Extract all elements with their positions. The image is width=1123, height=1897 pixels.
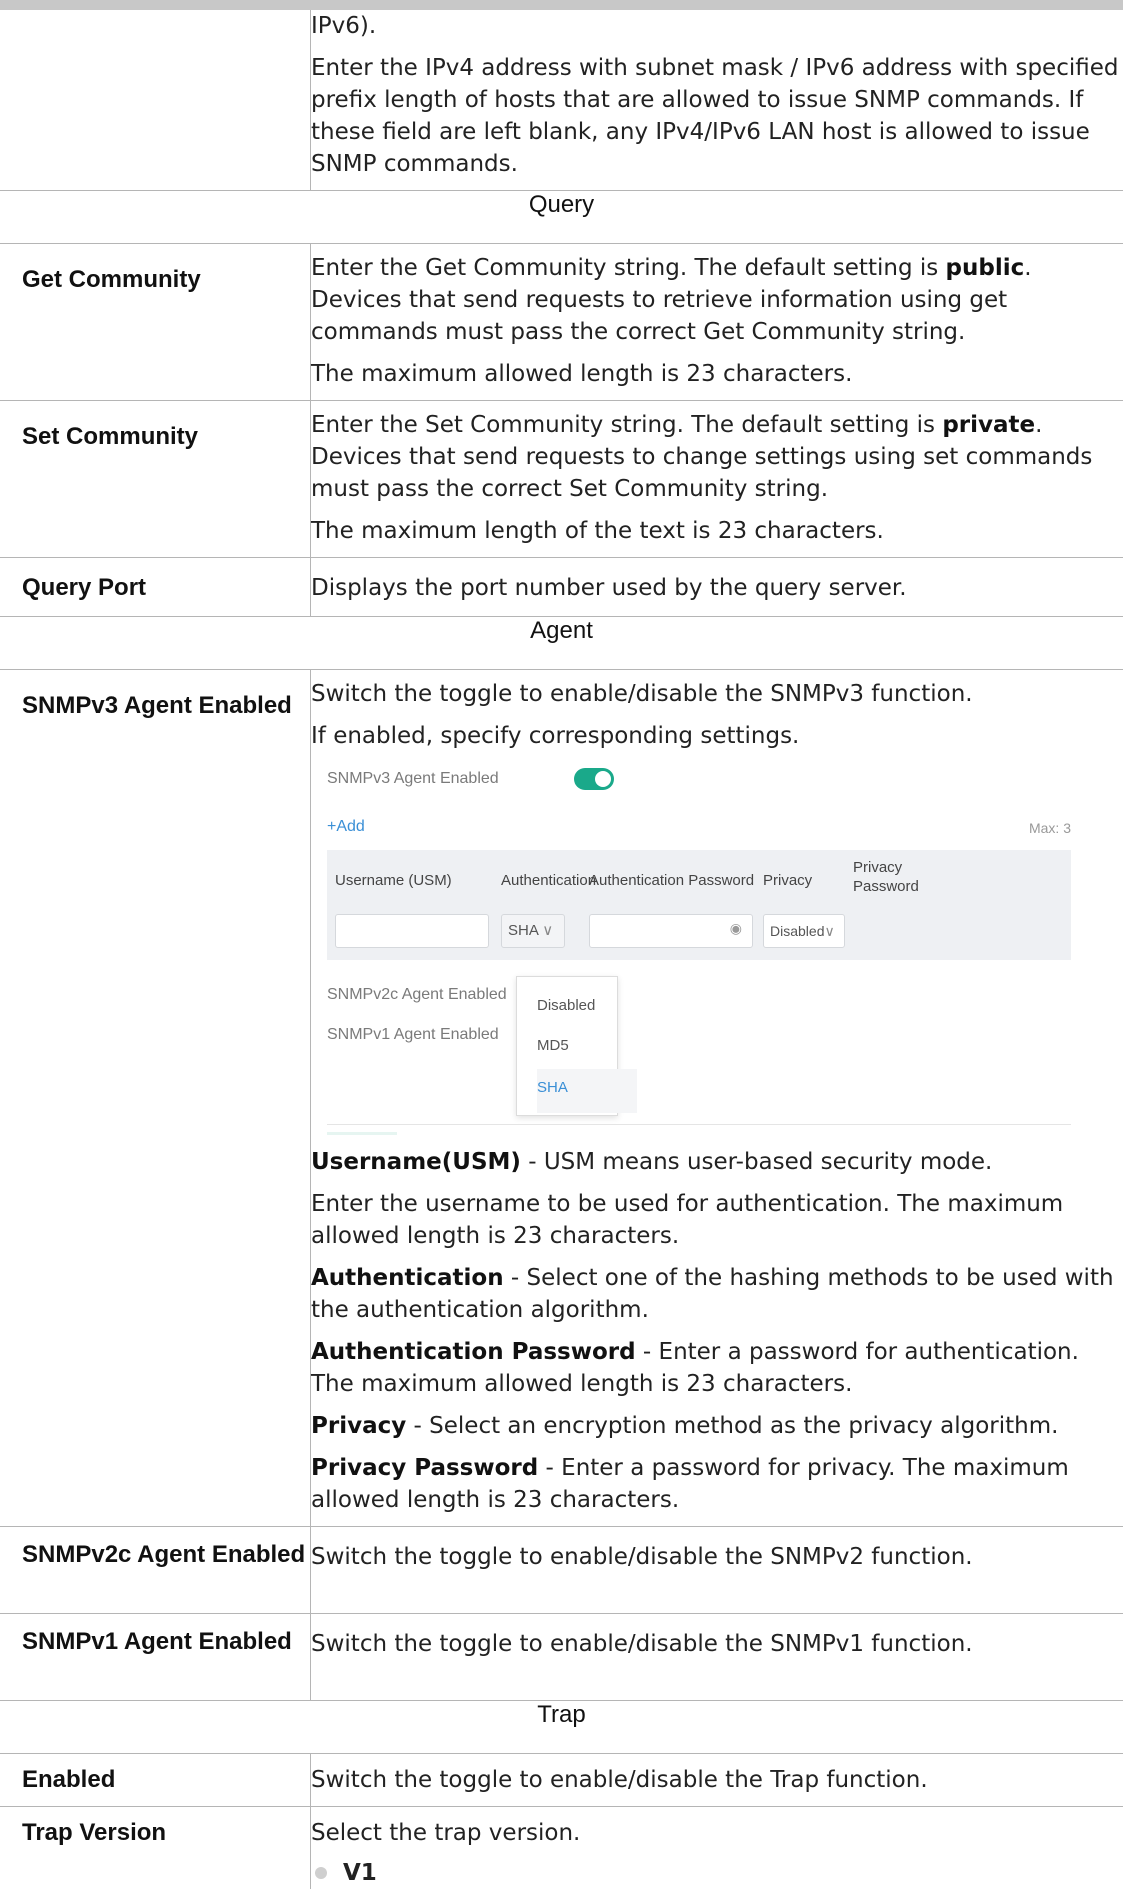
desc-cell: Select the trap version. V1 xyxy=(311,1807,1123,1890)
row-label-text: SNMPv3 Agent Enabled xyxy=(22,692,292,719)
section-row-trap: Trap xyxy=(0,1700,1123,1754)
desc-cell: Enter the Set Community string. The defa… xyxy=(310,400,1123,558)
section-title-agent: Agent xyxy=(0,616,1123,670)
snmp-spec-table: IPv6). Enter the IPv4 address with subne… xyxy=(0,10,1123,1889)
row-label: SNMPv2c Agent Enabled xyxy=(0,1526,311,1614)
table-top-border xyxy=(0,0,1123,10)
v3-agent-toggle[interactable] xyxy=(574,768,614,790)
usm-table-header: Username (USM) Authentication Authentica… xyxy=(327,850,1071,960)
desc-cell: IPv6). Enter the IPv4 address with subne… xyxy=(310,10,1123,191)
row-label-text: Set Community xyxy=(22,423,199,450)
auth-password-input[interactable]: ◉ xyxy=(589,914,753,948)
row-label-text: SNMPv1 Agent Enabled xyxy=(22,1628,292,1655)
authentication-select[interactable]: SHA ∨ xyxy=(501,914,565,948)
table-row: Query Port Displays the port number used… xyxy=(0,557,1123,617)
desc-text: The maximum allowed length is 23 charact… xyxy=(311,361,853,387)
desc-text: Authentication - Select one of the hashi… xyxy=(311,1265,1114,1323)
table-row: IPv6). Enter the IPv4 address with subne… xyxy=(0,10,1123,191)
desc-text: Privacy Password - Enter a password for … xyxy=(311,1455,1069,1513)
desc-text: Username(USM) - USM means user-based sec… xyxy=(311,1149,993,1175)
desc-cell: Enter the Get Community string. The defa… xyxy=(310,243,1123,401)
row-label-text: Trap Version xyxy=(22,1819,167,1846)
desc-cell: Displays the port number used by the que… xyxy=(310,557,1123,617)
max-count-label: Max: 3 xyxy=(1028,820,1071,836)
divider xyxy=(327,1124,1071,1125)
section-row-query: Query xyxy=(0,190,1123,244)
desc-cell: Switch the toggle to enable/disable the … xyxy=(310,669,1123,1527)
desc-text: Switch the toggle to enable/disable the … xyxy=(311,681,973,707)
row-label-text: Get Community xyxy=(22,266,201,293)
privacy-select[interactable]: Disabled∨ xyxy=(763,914,845,948)
authentication-value: SHA xyxy=(508,922,539,939)
row-label: SNMPv3 Agent Enabled xyxy=(0,669,311,1527)
desc-text: Privacy - Select an encryption method as… xyxy=(311,1413,1059,1439)
col-privacy-password: Privacy Password xyxy=(853,859,919,895)
privacy-value: Disabled xyxy=(770,923,825,939)
desc-text: Select the trap version. xyxy=(311,1820,581,1846)
chevron-down-icon: ∨ xyxy=(542,922,554,939)
option-md5[interactable]: MD5 xyxy=(537,1037,569,1054)
table-row: SNMPv3 Agent Enabled Switch the toggle t… xyxy=(0,669,1123,1527)
row-label: Enabled xyxy=(0,1753,311,1807)
desc-cell: Switch the toggle to enable/disable the … xyxy=(310,1613,1123,1701)
desc-text: Switch the toggle to enable/disable the … xyxy=(311,1767,928,1793)
v2c-agent-label: SNMPv2c Agent Enabled xyxy=(327,986,507,1003)
row-label: Query Port xyxy=(0,557,311,617)
table-row: SNMPv1 Agent Enabled Switch the toggle t… xyxy=(0,1613,1123,1701)
desc-text: Enter the username to be used for authen… xyxy=(311,1191,1064,1249)
eye-icon[interactable]: ◉ xyxy=(730,920,742,937)
username-input[interactable] xyxy=(335,914,489,948)
row-label-text: Enabled xyxy=(22,1766,116,1793)
option-label: V1 xyxy=(343,1860,377,1886)
desc-text: Enter the Set Community string. The defa… xyxy=(311,412,1093,502)
desc-text: Enter the Get Community string. The defa… xyxy=(311,255,1032,345)
table-row: Get Community Enter the Get Community st… xyxy=(0,243,1123,401)
desc-text: IPv6). xyxy=(311,13,377,39)
section-row-agent: Agent xyxy=(0,616,1123,670)
option-disabled[interactable]: Disabled xyxy=(537,997,595,1014)
desc-text: Displays the port number used by the que… xyxy=(311,575,907,601)
row-label: SNMPv1 Agent Enabled xyxy=(0,1613,311,1701)
table-row: Set Community Enter the Set Community st… xyxy=(0,400,1123,558)
snmpv3-settings-screenshot: SNMPv3 Agent Enabled +Add Max: 3 Usernam… xyxy=(311,758,1071,1138)
table-row: SNMPv2c Agent Enabled Switch the toggle … xyxy=(0,1526,1123,1614)
label-cell-empty xyxy=(0,10,311,191)
row-label-text: SNMPv2c Agent Enabled xyxy=(22,1541,306,1568)
add-button[interactable]: +Add xyxy=(327,818,365,836)
desc-text: The maximum length of the text is 23 cha… xyxy=(311,518,884,544)
row-label: Get Community xyxy=(0,243,311,401)
v1-agent-label: SNMPv1 Agent Enabled xyxy=(327,1026,499,1043)
col-auth-password: Authentication Password xyxy=(589,872,755,889)
col-username: Username (USM) xyxy=(335,872,452,889)
desc-text: Authentication Password - Enter a passwo… xyxy=(311,1339,1079,1397)
v3-agent-label: SNMPv3 Agent Enabled xyxy=(327,770,499,787)
divider xyxy=(327,1132,397,1135)
desc-text: Switch the toggle to enable/disable the … xyxy=(311,1631,973,1657)
section-title-trap: Trap xyxy=(0,1700,1123,1754)
bullet-icon xyxy=(315,1867,327,1879)
section-title-query: Query xyxy=(0,190,1123,244)
list-item: V1 xyxy=(311,1857,1123,1889)
desc-cell: Switch the toggle to enable/disable the … xyxy=(310,1753,1123,1807)
col-privacy: Privacy xyxy=(763,872,813,889)
desc-cell: Switch the toggle to enable/disable the … xyxy=(310,1526,1123,1614)
desc-text: If enabled, specify corresponding settin… xyxy=(311,723,800,749)
table-row: Enabled Switch the toggle to enable/disa… xyxy=(0,1753,1123,1807)
table-row: Trap Version Select the trap version. V1 xyxy=(0,1806,1123,1890)
row-label-text: Query Port xyxy=(22,574,147,601)
col-authentication: Authentication xyxy=(501,872,597,889)
row-label: Set Community xyxy=(0,400,311,558)
desc-text: Switch the toggle to enable/disable the … xyxy=(311,1544,973,1570)
row-label: Trap Version xyxy=(0,1806,311,1889)
chevron-down-icon: ∨ xyxy=(824,923,835,939)
authentication-dropdown: Disabled MD5 SHA xyxy=(516,976,637,1116)
desc-text: Enter the IPv4 address with subnet mask … xyxy=(311,55,1119,177)
option-sha[interactable]: SHA xyxy=(537,1079,568,1096)
